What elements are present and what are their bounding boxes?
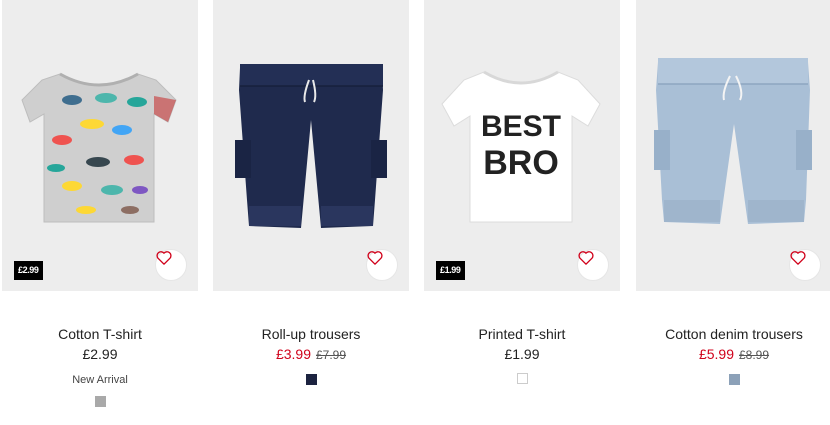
heart-icon: [790, 251, 806, 265]
favourite-button[interactable]: [577, 249, 609, 281]
color-swatch[interactable]: [516, 373, 528, 384]
price-row: £3.99 £7.99: [213, 344, 409, 365]
light-denim-shorts-image: [654, 58, 812, 224]
product-price: £2.99: [82, 346, 118, 362]
product-info: Roll-up trousers £3.99 £7.99: [213, 325, 409, 390]
white-best-bro-t-shirt-image: BEST BRO: [441, 70, 601, 223]
product-title[interactable]: Roll-up trousers: [213, 325, 409, 343]
product-info: Cotton T-shirt £2.99 New Arrival: [2, 325, 198, 412]
product-title[interactable]: Cotton T-shirt: [2, 325, 198, 343]
sale-price: £3.99: [275, 346, 311, 362]
original-price: £7.99: [316, 348, 347, 362]
product-card-printed-t-shirt[interactable]: BEST BRO £1.99 Printed T-shirt £1.99: [424, 0, 620, 425]
color-swatch[interactable]: [728, 374, 740, 385]
product-title[interactable]: Cotton denim trousers: [636, 325, 830, 343]
product-info: Cotton denim trousers £5.99 £8.99: [636, 325, 830, 390]
price-tag-badge: £2.99: [14, 261, 43, 280]
product-image[interactable]: [636, 0, 830, 291]
original-price: £8.99: [739, 348, 770, 362]
product-card-cotton-t-shirt[interactable]: £2.99 Cotton T-shirt £2.99 New Arrival: [2, 0, 198, 425]
grey-dinosaur-t-shirt-image: [21, 72, 177, 223]
shirt-print-bro: BRO: [483, 144, 559, 182]
heart-icon: [578, 251, 594, 265]
product-image[interactable]: £2.99: [2, 0, 198, 291]
price-tag-badge: £1.99: [436, 261, 465, 280]
heart-icon: [367, 251, 383, 265]
sale-price: £5.99: [698, 346, 734, 362]
favourite-button[interactable]: [366, 249, 398, 281]
color-swatch[interactable]: [94, 396, 106, 407]
favourite-button[interactable]: [789, 249, 821, 281]
navy-roll-up-shorts-image: [235, 64, 387, 228]
product-grid: £2.99 Cotton T-shirt £2.99 New Arrival R…: [0, 0, 830, 425]
product-price: £1.99: [504, 346, 540, 362]
price-row: £5.99 £8.99: [636, 344, 830, 365]
product-image[interactable]: BEST BRO £1.99: [424, 0, 620, 291]
new-arrival-label: New Arrival: [72, 374, 128, 386]
product-image[interactable]: [213, 0, 409, 291]
heart-icon: [156, 251, 172, 265]
color-swatch[interactable]: [305, 374, 317, 385]
product-card-roll-up-trousers[interactable]: Roll-up trousers £3.99 £7.99: [213, 0, 409, 425]
favourite-button[interactable]: [155, 249, 187, 281]
price-row: £2.99: [2, 344, 198, 364]
product-title[interactable]: Printed T-shirt: [424, 325, 620, 343]
product-card-cotton-denim-trousers[interactable]: Cotton denim trousers £5.99 £8.99: [636, 0, 830, 425]
price-row: £1.99: [424, 344, 620, 364]
shirt-print-best: BEST: [481, 110, 561, 143]
product-info: Printed T-shirt £1.99: [424, 325, 620, 389]
